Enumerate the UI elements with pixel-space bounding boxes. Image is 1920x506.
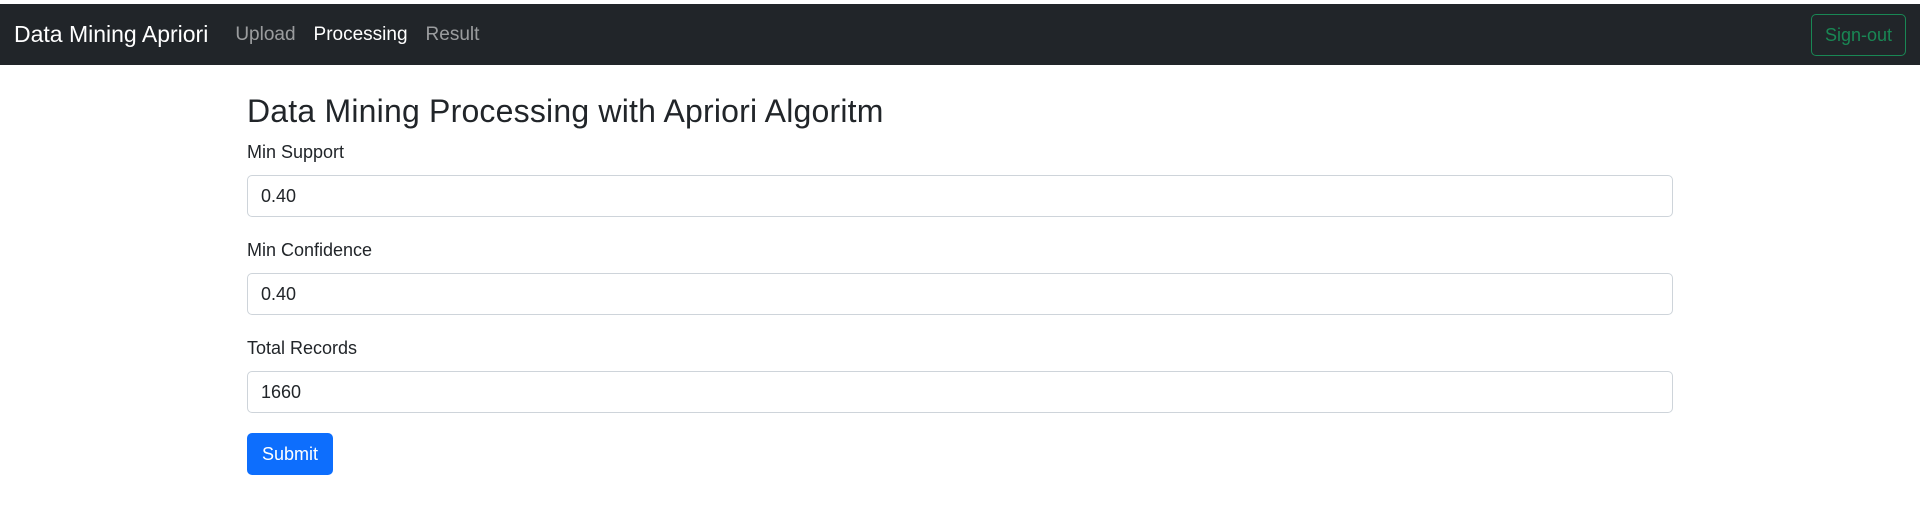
navbar-brand[interactable]: Data Mining Apriori — [14, 21, 208, 48]
main-content: Data Mining Processing with Apriori Algo… — [247, 65, 1673, 475]
total-records-label: Total Records — [247, 338, 358, 358]
min-support-group: Min Support — [247, 139, 1673, 217]
min-confidence-input[interactable] — [247, 273, 1673, 315]
submit-button[interactable]: Submit — [247, 433, 334, 475]
navbar: Data Mining Apriori Upload Processing Re… — [0, 4, 1920, 65]
min-confidence-label: Min Confidence — [247, 240, 373, 260]
nav-links: Upload Processing Result — [235, 24, 497, 46]
min-support-input[interactable] — [247, 175, 1673, 217]
page-title: Data Mining Processing with Apriori Algo… — [247, 93, 884, 129]
apriori-form: Min Support Min Confidence Total Records… — [247, 139, 1673, 475]
min-confidence-group: Min Confidence — [247, 237, 1673, 315]
min-support-label: Min Support — [247, 142, 345, 162]
total-records-group: Total Records — [247, 335, 1673, 413]
nav-link-result[interactable]: Result — [426, 24, 480, 46]
total-records-input[interactable] — [247, 371, 1673, 413]
nav-link-processing[interactable]: Processing — [314, 24, 408, 46]
sign-out-button[interactable]: Sign-out — [1810, 14, 1906, 56]
nav-link-upload[interactable]: Upload — [235, 24, 295, 46]
